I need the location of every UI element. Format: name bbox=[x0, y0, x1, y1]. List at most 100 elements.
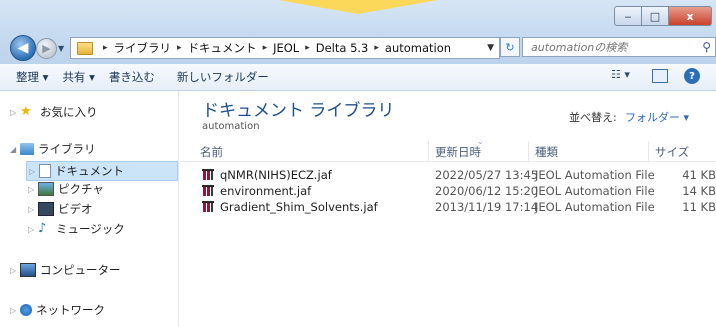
document-icon bbox=[39, 164, 51, 178]
sidebar-item-label: ライブラリ bbox=[38, 142, 96, 156]
recent-pages-dropdown[interactable]: ▼ bbox=[58, 44, 64, 53]
help-icon: ? bbox=[689, 70, 695, 82]
file-date: 2022/05/27 13:45 bbox=[435, 168, 539, 182]
breadcrumb-automation[interactable]: automation bbox=[385, 41, 451, 55]
sidebar-item-label: お気に入り bbox=[40, 105, 98, 119]
sidebar-item-music[interactable]: ▷ ♪ ミュージック bbox=[28, 221, 125, 237]
refresh-icon: ↻ bbox=[505, 40, 515, 54]
file-row[interactable]: qNMR(NIHS)ECZ.jaf 2022/05/27 13:45 JEOL … bbox=[180, 167, 716, 183]
file-type: JEOL Automation File bbox=[535, 184, 655, 198]
file-name: Gradient_Shim_Solvents.jaf bbox=[220, 200, 378, 214]
sidebar-item-label: ネットワーク bbox=[36, 303, 105, 317]
file-size: 41 KB bbox=[682, 168, 716, 182]
sidebar-item-documents[interactable]: ▷ ドキュメント bbox=[26, 161, 178, 181]
jaf-file-icon bbox=[202, 169, 214, 180]
network-icon bbox=[20, 304, 32, 316]
expand-icon[interactable]: ▷ bbox=[28, 205, 38, 214]
burn-button[interactable]: 書き込む bbox=[109, 69, 155, 85]
minimize-button[interactable]: ‒ bbox=[614, 6, 642, 26]
refresh-button[interactable]: ↻ bbox=[500, 37, 520, 57]
breadcrumb-separator[interactable]: ▸ bbox=[103, 43, 108, 53]
video-icon bbox=[38, 202, 54, 216]
expand-icon[interactable]: ▷ bbox=[10, 306, 20, 315]
search-box[interactable]: ⚲ bbox=[522, 37, 716, 57]
sort-label: 並べ替え: bbox=[569, 111, 617, 124]
file-name: qNMR(NIHS)ECZ.jaf bbox=[220, 168, 332, 182]
column-divider[interactable] bbox=[528, 141, 529, 161]
column-header-type[interactable]: 種類 bbox=[535, 144, 558, 160]
library-icon bbox=[20, 143, 34, 155]
new-folder-button[interactable]: 新しいフォルダー bbox=[177, 69, 269, 85]
column-divider[interactable] bbox=[648, 141, 649, 161]
address-bar[interactable]: ▸ ライブラリ ▸ ドキュメント ▸ JEOL ▸ Delta 5.3 ▸ au… bbox=[70, 37, 500, 59]
search-icon[interactable]: ⚲ bbox=[702, 40, 711, 54]
arrow-left-icon: ◀ bbox=[17, 40, 29, 56]
sidebar-item-network[interactable]: ▷ ネットワーク bbox=[10, 302, 105, 318]
column-divider[interactable] bbox=[428, 141, 429, 161]
expand-icon[interactable]: ▷ bbox=[10, 108, 20, 117]
sidebar-item-videos[interactable]: ▷ ビデオ bbox=[28, 201, 93, 217]
search-input[interactable] bbox=[529, 39, 693, 55]
file-name: environment.jaf bbox=[220, 184, 312, 198]
address-dropdown-icon[interactable]: ▼ bbox=[487, 43, 494, 53]
jaf-file-icon bbox=[202, 185, 214, 196]
breadcrumb-libraries[interactable]: ライブラリ bbox=[114, 40, 172, 56]
library-subtitle: automation bbox=[202, 121, 260, 132]
expand-icon[interactable]: ▷ bbox=[29, 167, 39, 176]
sidebar-item-label: ドキュメント bbox=[55, 164, 124, 178]
pictures-icon bbox=[38, 182, 54, 196]
sidebar-item-label: コンピューター bbox=[40, 263, 121, 277]
breadcrumb-separator[interactable]: ▸ bbox=[177, 43, 182, 53]
close-button[interactable]: x bbox=[669, 6, 712, 26]
file-type: JEOL Automation File bbox=[535, 200, 655, 214]
file-row[interactable]: Gradient_Shim_Solvents.jaf 2013/11/19 17… bbox=[180, 199, 716, 215]
column-header-size[interactable]: サイズ bbox=[655, 144, 689, 160]
file-row[interactable]: environment.jaf 2020/06/12 15:20 JEOL Au… bbox=[180, 183, 716, 199]
arrow-right-icon: ▶ bbox=[42, 42, 51, 55]
sidebar-item-libraries[interactable]: ◢ ライブラリ bbox=[10, 141, 96, 157]
star-icon: ★ bbox=[20, 104, 32, 119]
command-bar: 整理 ▾ 共有 ▾ 書き込む 新しいフォルダー bbox=[0, 64, 716, 91]
folder-icon bbox=[77, 41, 93, 55]
library-title: ドキュメント ライブラリ bbox=[202, 101, 395, 121]
sidebar-item-label: ピクチャ bbox=[58, 182, 104, 196]
file-date: 2020/06/12 15:20 bbox=[435, 184, 539, 198]
collapse-icon[interactable]: ◢ bbox=[10, 145, 20, 154]
organize-button[interactable]: 整理 ▾ bbox=[16, 69, 48, 85]
sidebar-item-label: ビデオ bbox=[58, 202, 93, 216]
sort-indicator-icon: ⌄ bbox=[477, 137, 484, 146]
file-size: 14 KB bbox=[682, 184, 716, 198]
file-type: JEOL Automation File bbox=[535, 168, 655, 182]
view-list-icon: ☷ ▾ bbox=[611, 68, 630, 81]
sort-dropdown[interactable]: フォルダー ▾ bbox=[625, 109, 689, 125]
sidebar-item-label: ミュージック bbox=[56, 222, 125, 236]
computer-icon bbox=[20, 263, 36, 277]
expand-icon[interactable]: ▷ bbox=[28, 225, 38, 234]
breadcrumb-jeol[interactable]: JEOL bbox=[273, 41, 299, 55]
window-controls: ‒ □ x bbox=[614, 6, 712, 26]
maximize-button[interactable]: □ bbox=[642, 6, 669, 26]
music-icon: ♪ bbox=[38, 221, 47, 236]
expand-icon[interactable]: ▷ bbox=[28, 185, 38, 194]
breadcrumb-separator[interactable]: ▸ bbox=[374, 43, 379, 53]
highlight-arrow-decoration bbox=[278, 0, 438, 14]
jaf-file-icon bbox=[202, 201, 214, 212]
back-button[interactable]: ◀ bbox=[10, 35, 36, 61]
column-headers: 名前 更新日時 ⌄ 種類 サイズ bbox=[180, 137, 716, 162]
preview-pane-button[interactable] bbox=[652, 69, 668, 83]
share-button[interactable]: 共有 ▾ bbox=[62, 69, 94, 85]
help-button[interactable]: ? bbox=[684, 68, 700, 84]
column-header-date[interactable]: 更新日時 bbox=[435, 144, 481, 160]
breadcrumb-separator[interactable]: ▸ bbox=[305, 43, 310, 53]
sidebar-item-favorites[interactable]: ▷ ★ お気に入り bbox=[10, 104, 98, 120]
column-header-name[interactable]: 名前 bbox=[200, 144, 223, 160]
file-date: 2013/11/19 17:14 bbox=[435, 200, 539, 214]
expand-icon[interactable]: ▷ bbox=[10, 266, 20, 275]
change-view-button[interactable]: ☷ ▾ bbox=[611, 68, 630, 81]
sidebar-item-pictures[interactable]: ▷ ピクチャ bbox=[28, 181, 104, 197]
forward-button[interactable]: ▶ bbox=[36, 38, 57, 59]
sidebar-item-computer[interactable]: ▷ コンピューター bbox=[10, 262, 121, 278]
breadcrumb-documents[interactable]: ドキュメント bbox=[188, 40, 257, 56]
breadcrumb-delta[interactable]: Delta 5.3 bbox=[316, 41, 369, 55]
breadcrumb-separator[interactable]: ▸ bbox=[263, 43, 268, 53]
